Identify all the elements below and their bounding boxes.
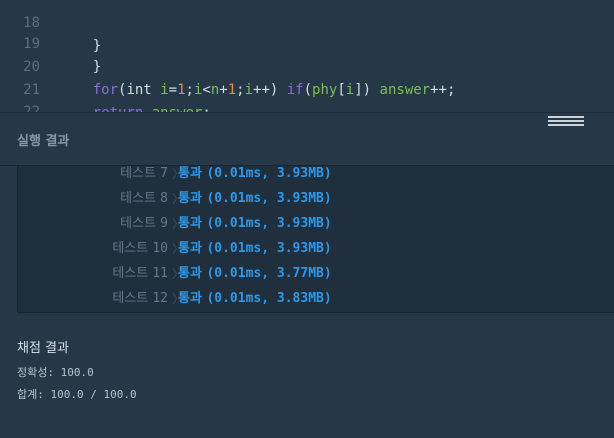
code-line: 20 for(int i=1;i<n+1;i++) if(phy[i]) ans… [0, 33, 614, 98]
test-result-row: 테스트 9 〉 통과 (0.01ms, 3.93MB) [18, 216, 614, 241]
test-label: 테스트 12 [112, 291, 168, 307]
accuracy-value: : 100.0 [47, 366, 94, 379]
test-status: 통과 [178, 166, 207, 181]
test-detail: (0.01ms, 3.93MB) [206, 241, 332, 256]
test-result: 통과 (0.01ms, 3.83MB) [178, 291, 332, 307]
result-panel-header: 실행 결과 [0, 113, 614, 166]
test-result-row: 테스트 11 〉 통과 (0.01ms, 3.77MB) [18, 266, 614, 291]
test-detail: (0.01ms, 3.93MB) [206, 166, 332, 181]
test-label: 테스트 9 [120, 216, 168, 232]
test-status: 통과 [178, 191, 207, 206]
code-text: return answer; [92, 105, 211, 113]
test-result-row: 테스트 12 〉 통과 (0.01ms, 3.83MB) [18, 291, 614, 312]
test-number: 7 [160, 166, 168, 181]
test-detail: (0.01ms, 3.93MB) [206, 216, 332, 231]
code-editor[interactable]: 18 } 19 } 20 for(int i=1;i<n+1;i++) if(p… [0, 0, 614, 113]
test-label-text: 테스트 [112, 266, 153, 281]
test-result: 통과 (0.01ms, 3.93MB) [178, 241, 332, 257]
test-number: 8 [160, 191, 168, 206]
total-label: 합계 [17, 388, 38, 401]
test-label: 테스트 7 [120, 166, 168, 182]
test-status: 통과 [178, 291, 207, 306]
test-detail: (0.01ms, 3.83MB) [206, 291, 332, 306]
test-label: 테스트 11 [112, 266, 168, 282]
accuracy-label: 정확성 [17, 366, 48, 379]
test-detail: (0.01ms, 3.77MB) [206, 266, 332, 281]
test-label: 테스트 8 [120, 191, 168, 207]
test-number: 11 [152, 266, 168, 281]
test-status: 통과 [178, 266, 207, 281]
test-result: 통과 (0.01ms, 3.93MB) [178, 191, 332, 207]
code-line: 19 } [0, 10, 614, 75]
test-label: 테스트 10 [112, 241, 168, 257]
test-number: 12 [152, 291, 168, 306]
code-line: 22 } [0, 78, 614, 112]
grading-title: 채점 결과 [17, 341, 69, 356]
test-status: 통과 [178, 216, 207, 231]
test-status: 통과 [178, 241, 207, 256]
test-label-text: 테스트 [112, 241, 153, 256]
test-result-row: 테스트 7 〉 통과 (0.01ms, 3.93MB) [18, 166, 614, 191]
line-number: 22 [23, 104, 40, 113]
test-label-text: 테스트 [120, 191, 161, 206]
test-result: 통과 (0.01ms, 3.93MB) [178, 216, 332, 232]
accuracy-score: 정확성: 100.0 [17, 364, 94, 380]
test-result-row: 테스트 8 〉 통과 (0.01ms, 3.93MB) [18, 191, 614, 216]
resize-handle-icon[interactable] [548, 116, 584, 128]
test-label-text: 테스트 [112, 291, 153, 306]
test-number: 9 [160, 216, 168, 231]
total-value: : 100.0 / 100.0 [37, 388, 137, 401]
test-output-panel[interactable]: 테스트 7 〉 통과 (0.01ms, 3.93MB) 테스트 8 〉 통과 (0.01m… [17, 166, 614, 313]
test-result: 통과 (0.01ms, 3.93MB) [178, 166, 332, 182]
test-result-row: 테스트 10 〉 통과 (0.01ms, 3.93MB) [18, 241, 614, 266]
test-number: 10 [152, 241, 168, 256]
result-title: 실행 결과 [17, 134, 70, 149]
test-result: 통과 (0.01ms, 3.77MB) [178, 266, 332, 282]
total-score: 합계: 100.0 / 100.0 [17, 386, 137, 402]
code-line: 21 return answer; [0, 56, 614, 112]
test-detail: (0.01ms, 3.93MB) [206, 191, 332, 206]
test-label-text: 테스트 [120, 166, 161, 181]
test-label-text: 테스트 [120, 216, 161, 231]
